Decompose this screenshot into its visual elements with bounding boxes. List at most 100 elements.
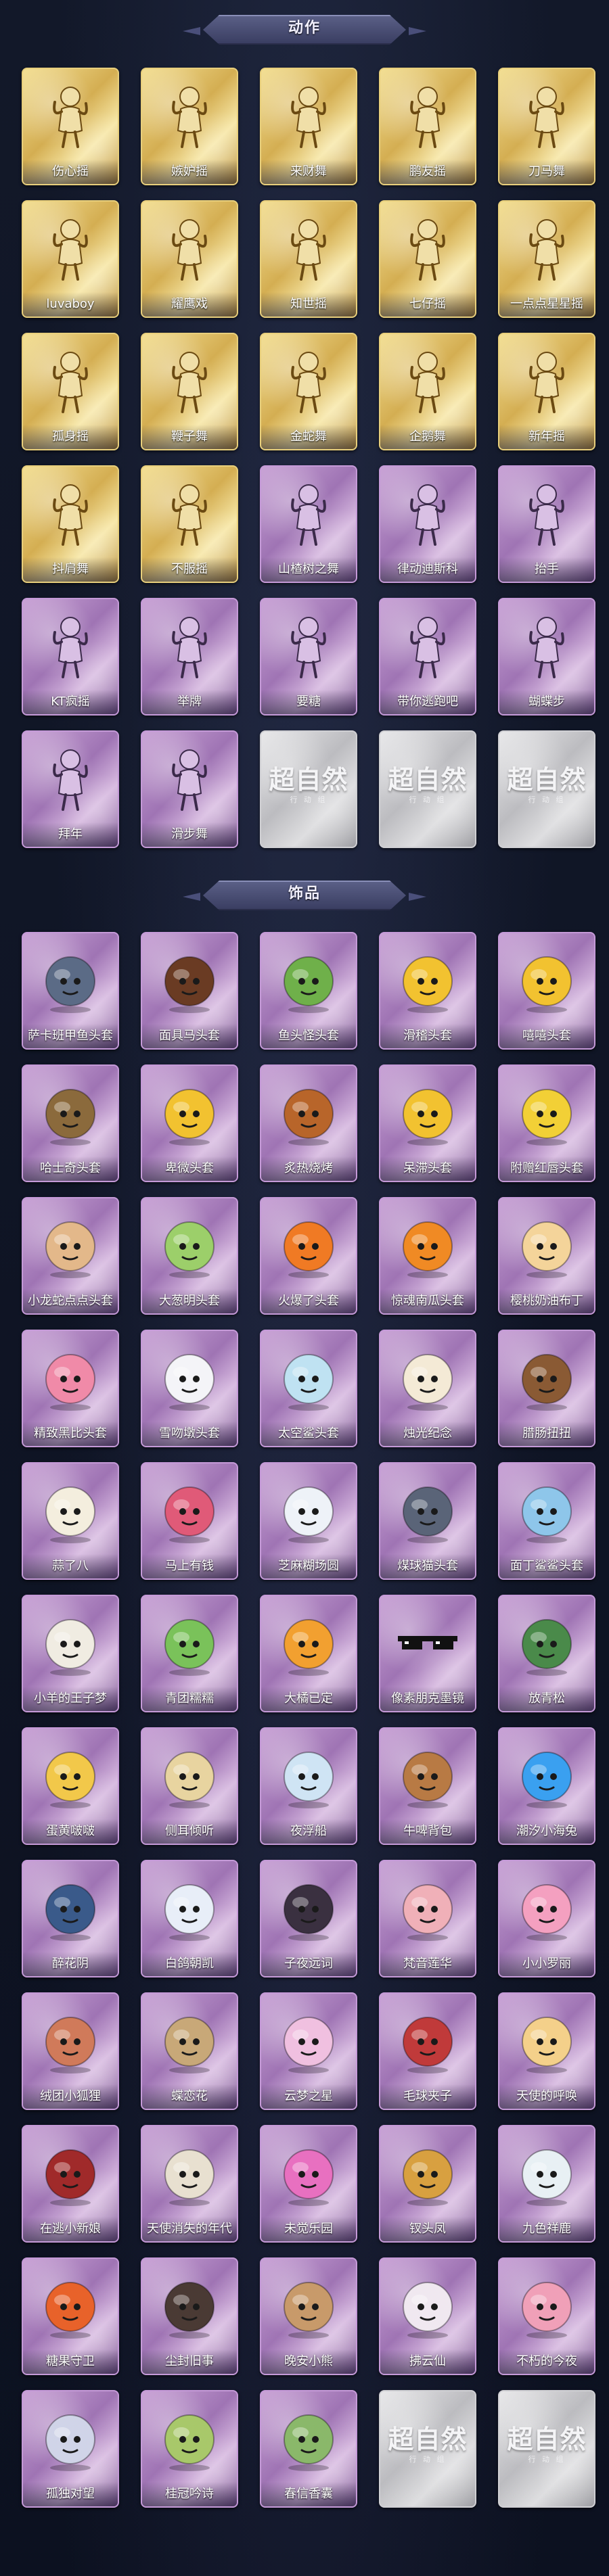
item-card[interactable]: 蝶恋花 — [141, 1992, 238, 2110]
item-card[interactable]: 拜年 — [22, 730, 119, 848]
locked-item-card[interactable]: 超自然行 动 组 — [498, 2390, 595, 2508]
item-card[interactable]: 醉花阴 — [22, 1860, 119, 1977]
item-card[interactable]: 梵音莲华 — [379, 1860, 476, 1977]
item-card[interactable]: 嘻嘻头套 — [498, 932, 595, 1050]
item-card[interactable]: 呆滞头套 — [379, 1064, 476, 1182]
item-card[interactable]: 附赠红唇头套 — [498, 1064, 595, 1182]
item-card[interactable]: 卑微头套 — [141, 1064, 238, 1182]
item-card[interactable]: 樱桃奶油布丁 — [498, 1197, 595, 1315]
item-card[interactable]: 春信香囊 — [260, 2390, 357, 2508]
item-card[interactable]: 钗头凤 — [379, 2125, 476, 2243]
item-card[interactable]: 七仔摇 — [379, 200, 476, 318]
item-card[interactable]: 鞭子舞 — [141, 333, 238, 450]
item-card[interactable]: 像素朋克墨镜 — [379, 1595, 476, 1712]
item-card[interactable]: 子夜远词 — [260, 1860, 357, 1977]
item-card[interactable]: 律动迪斯科 — [379, 465, 476, 583]
item-card[interactable]: 抖肩舞 — [22, 465, 119, 583]
item-card[interactable]: 山楂树之舞 — [260, 465, 357, 583]
item-card[interactable]: KT疯摇 — [22, 598, 119, 716]
item-card[interactable]: 放青松 — [498, 1595, 595, 1712]
item-card[interactable]: 刀马舞 — [498, 68, 595, 185]
item-card[interactable]: 糖果守卫 — [22, 2257, 119, 2375]
item-card[interactable]: 九色祥鹿 — [498, 2125, 595, 2243]
item-card[interactable]: 拂云仙 — [379, 2257, 476, 2375]
item-card[interactable]: 嫉妒摇 — [141, 68, 238, 185]
locked-item-card[interactable]: 超自然行 动 组 — [260, 730, 357, 848]
item-card[interactable]: 火爆了头套 — [260, 1197, 357, 1315]
item-label: 嫉妒摇 — [142, 160, 237, 184]
item-card[interactable]: 尘封旧事 — [141, 2257, 238, 2375]
item-card[interactable]: 小羊的王子梦 — [22, 1595, 119, 1712]
item-card[interactable]: 带你逃跑吧 — [379, 598, 476, 716]
locked-item-card[interactable]: 超自然行 动 组 — [379, 2390, 476, 2508]
item-card[interactable]: 青团糯糯 — [141, 1595, 238, 1712]
item-card[interactable]: 芝麻糊场圆 — [260, 1462, 357, 1580]
placeholder-logo-sub: 行 动 组 — [409, 795, 447, 804]
item-card[interactable]: 牛啤背包 — [379, 1727, 476, 1845]
item-card[interactable]: luvaboy — [22, 200, 119, 318]
item-card[interactable]: 知世摇 — [260, 200, 357, 318]
item-card[interactable]: 雪吻墩头套 — [141, 1330, 238, 1447]
locked-item-card[interactable]: 超自然行 动 组 — [379, 730, 476, 848]
item-card[interactable]: 孤身摇 — [22, 333, 119, 450]
item-card[interactable]: 大橘已定 — [260, 1595, 357, 1712]
garlic-head-icon — [37, 1473, 104, 1547]
placeholder-logo-icon: 超自然 — [388, 2425, 468, 2454]
item-card[interactable]: 精致黑比头套 — [22, 1330, 119, 1447]
candy-guard-icon — [37, 2268, 104, 2343]
item-card[interactable]: 云梦之星 — [260, 1992, 357, 2110]
item-card[interactable]: 烛光纪念 — [379, 1330, 476, 1447]
item-card[interactable]: 滑稽头套 — [379, 932, 476, 1050]
item-card[interactable]: 要糖 — [260, 598, 357, 716]
item-card[interactable]: 企鹅舞 — [379, 333, 476, 450]
item-card[interactable]: 抬手 — [498, 465, 595, 583]
item-card[interactable]: 面具马头套 — [141, 932, 238, 1050]
item-card[interactable]: 金蛇舞 — [260, 333, 357, 450]
item-card[interactable]: 绒团小狐狸 — [22, 1992, 119, 2110]
item-card[interactable]: 蝴蝶步 — [498, 598, 595, 716]
item-label: 七仔摇 — [380, 292, 475, 317]
item-card[interactable]: 鹏友摇 — [379, 68, 476, 185]
item-label: 云梦之星 — [261, 2084, 356, 2109]
item-card[interactable]: 蛋黄啵啵 — [22, 1727, 119, 1845]
item-card[interactable]: 孤独对望 — [22, 2390, 119, 2508]
item-card[interactable]: 煤球猫头套 — [379, 1462, 476, 1580]
item-card[interactable]: 惊魂南瓜头套 — [379, 1197, 476, 1315]
item-card[interactable]: 蒜了八 — [22, 1462, 119, 1580]
item-card[interactable]: 不服摇 — [141, 465, 238, 583]
item-card[interactable]: 在逃小新娘 — [22, 2125, 119, 2243]
item-label: 山楂树之舞 — [261, 557, 356, 582]
item-card[interactable]: 太空鲨头套 — [260, 1330, 357, 1447]
item-card[interactable]: 桂冠吟诗 — [141, 2390, 238, 2508]
item-card[interactable]: 小小罗丽 — [498, 1860, 595, 1977]
item-card[interactable]: 晚安小熊 — [260, 2257, 357, 2375]
item-card[interactable]: 新年摇 — [498, 333, 595, 450]
item-card[interactable]: 腊肠扭扭 — [498, 1330, 595, 1447]
item-card[interactable]: 鱼头怪头套 — [260, 932, 357, 1050]
item-card[interactable]: 白鸽朝凯 — [141, 1860, 238, 1977]
item-card[interactable]: 天使的呼唤 — [498, 1992, 595, 2110]
item-card[interactable]: 毛球夹子 — [379, 1992, 476, 2110]
item-card[interactable]: 滑步舞 — [141, 730, 238, 848]
item-card[interactable]: 来财舞 — [260, 68, 357, 185]
item-card[interactable]: 小龙蛇点点头套 — [22, 1197, 119, 1315]
item-card[interactable]: 天使消失的年代 — [141, 2125, 238, 2243]
locked-item-card[interactable]: 超自然行 动 组 — [498, 730, 595, 848]
item-card[interactable]: 一点点星星摇 — [498, 200, 595, 318]
item-label: KT疯摇 — [23, 690, 118, 714]
item-card[interactable]: 耀鹰戏 — [141, 200, 238, 318]
item-card[interactable]: 哈士奇头套 — [22, 1064, 119, 1182]
item-card[interactable]: 不朽的今夜 — [498, 2257, 595, 2375]
item-card[interactable]: 马上有钱 — [141, 1462, 238, 1580]
item-card[interactable]: 未觉乐园 — [260, 2125, 357, 2243]
item-card[interactable]: 举牌 — [141, 598, 238, 716]
item-card[interactable]: 面丁鲨鲨头套 — [498, 1462, 595, 1580]
item-card[interactable]: 大葱明头套 — [141, 1197, 238, 1315]
item-card[interactable]: 炙热烧烤 — [260, 1064, 357, 1182]
item-card[interactable]: 萨卡班甲鱼头套 — [22, 932, 119, 1050]
item-label: 春信香囊 — [261, 2482, 356, 2506]
item-card[interactable]: 侧耳倾听 — [141, 1727, 238, 1845]
item-card[interactable]: 潮汐小海兔 — [498, 1727, 595, 1845]
item-card[interactable]: 夜浮船 — [260, 1727, 357, 1845]
item-card[interactable]: 伤心摇 — [22, 68, 119, 185]
